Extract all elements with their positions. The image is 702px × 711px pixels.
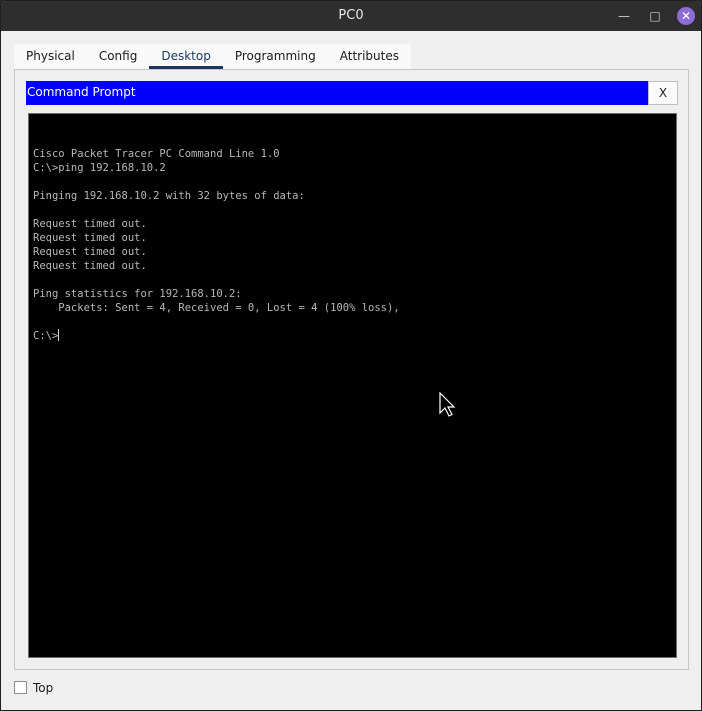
pc0-window: PC0 — □ ✕ Physical Config Desktop Progra… bbox=[0, 0, 702, 711]
close-window-button[interactable]: ✕ bbox=[677, 7, 695, 25]
tab-bar: Physical Config Desktop Programming Attr… bbox=[14, 44, 411, 69]
text-cursor bbox=[58, 329, 60, 341]
top-checkbox-label: Top bbox=[33, 681, 54, 695]
minimize-button[interactable]: — bbox=[615, 7, 633, 25]
command-prompt-header: Command Prompt X bbox=[26, 81, 678, 105]
tab-programming[interactable]: Programming bbox=[223, 44, 328, 69]
maximize-button[interactable]: □ bbox=[646, 7, 664, 25]
terminal-line: Ping statistics for 192.168.10.2: bbox=[33, 288, 242, 300]
tab-physical[interactable]: Physical bbox=[14, 44, 87, 69]
terminal-text: Cisco Packet Tracer PC Command Line 1.0 … bbox=[33, 133, 400, 343]
desktop-panel: Command Prompt X Cisco Packet Tracer PC … bbox=[14, 69, 689, 670]
terminal-line: Request timed out. bbox=[33, 218, 147, 230]
terminal-line: Packets: Sent = 4, Received = 0, Lost = … bbox=[33, 302, 400, 314]
mouse-pointer-icon bbox=[439, 392, 456, 417]
terminal-line: C:\> bbox=[33, 330, 59, 342]
terminal-line: Pinging 192.168.10.2 with 32 bytes of da… bbox=[33, 190, 305, 202]
terminal-line: Request timed out. bbox=[33, 246, 147, 258]
terminal-line: C:\>ping 192.168.10.2 bbox=[33, 162, 166, 174]
command-prompt-title: Command Prompt bbox=[27, 85, 136, 99]
title-bar[interactable]: PC0 — □ ✕ bbox=[1, 1, 701, 31]
terminal-line: Request timed out. bbox=[33, 260, 147, 272]
tab-config[interactable]: Config bbox=[87, 44, 150, 69]
top-checkbox[interactable] bbox=[14, 681, 27, 694]
terminal-line: Request timed out. bbox=[33, 232, 147, 244]
tab-attributes[interactable]: Attributes bbox=[328, 44, 411, 69]
tab-desktop[interactable]: Desktop bbox=[149, 44, 223, 69]
window-title: PC0 bbox=[338, 8, 364, 23]
command-prompt-close-button[interactable]: X bbox=[648, 81, 678, 105]
terminal-output[interactable]: Cisco Packet Tracer PC Command Line 1.0 … bbox=[28, 113, 677, 658]
terminal-line: Cisco Packet Tracer PC Command Line 1.0 bbox=[33, 148, 280, 160]
